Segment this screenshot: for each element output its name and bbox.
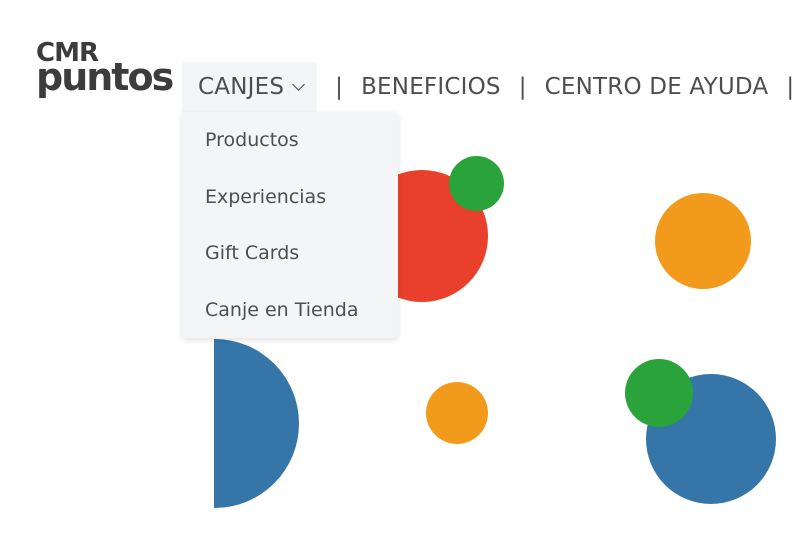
decorative-blue-half-circle: [214, 339, 304, 508]
dropdown-item-gift-cards[interactable]: Gift Cards: [182, 225, 398, 282]
nav-item-centro-de-ayuda[interactable]: CENTRO DE AYUDA: [545, 74, 769, 100]
decorative-orange-circle: [655, 193, 751, 289]
decorative-green-circle: [449, 156, 504, 211]
nav-item-centro-de-ayuda-label: CENTRO DE AYUDA: [544, 74, 769, 100]
dropdown-item-productos[interactable]: Productos: [182, 112, 398, 169]
nav-item-canjes[interactable]: CANJES: [182, 62, 318, 112]
decorative-green-circle-2: [625, 359, 693, 427]
logo-line-puntos: puntos: [36, 55, 174, 99]
nav-separator: |: [518, 74, 527, 100]
nav-item-beneficios[interactable]: BENEFICIOS: [361, 74, 501, 100]
decorative-orange-small-circle: [426, 382, 488, 444]
dropdown-item-experiencias[interactable]: Experiencias: [182, 169, 398, 226]
cmr-puntos-logo[interactable]: CMR puntos: [36, 40, 174, 99]
chevron-down-icon: [292, 78, 305, 91]
canjes-dropdown-menu: Productos Experiencias Gift Cards Canje …: [182, 112, 398, 338]
nav-separator: |: [335, 74, 344, 100]
dropdown-item-canje-en-tienda[interactable]: Canje en Tienda: [182, 282, 398, 339]
nav-item-beneficios-label: BENEFICIOS: [361, 74, 501, 100]
nav-separator: |: [786, 74, 795, 100]
main-nav: CANJES | BENEFICIOS | CENTRO DE AYUDA |: [182, 62, 800, 112]
nav-item-canjes-label: CANJES: [198, 74, 285, 100]
